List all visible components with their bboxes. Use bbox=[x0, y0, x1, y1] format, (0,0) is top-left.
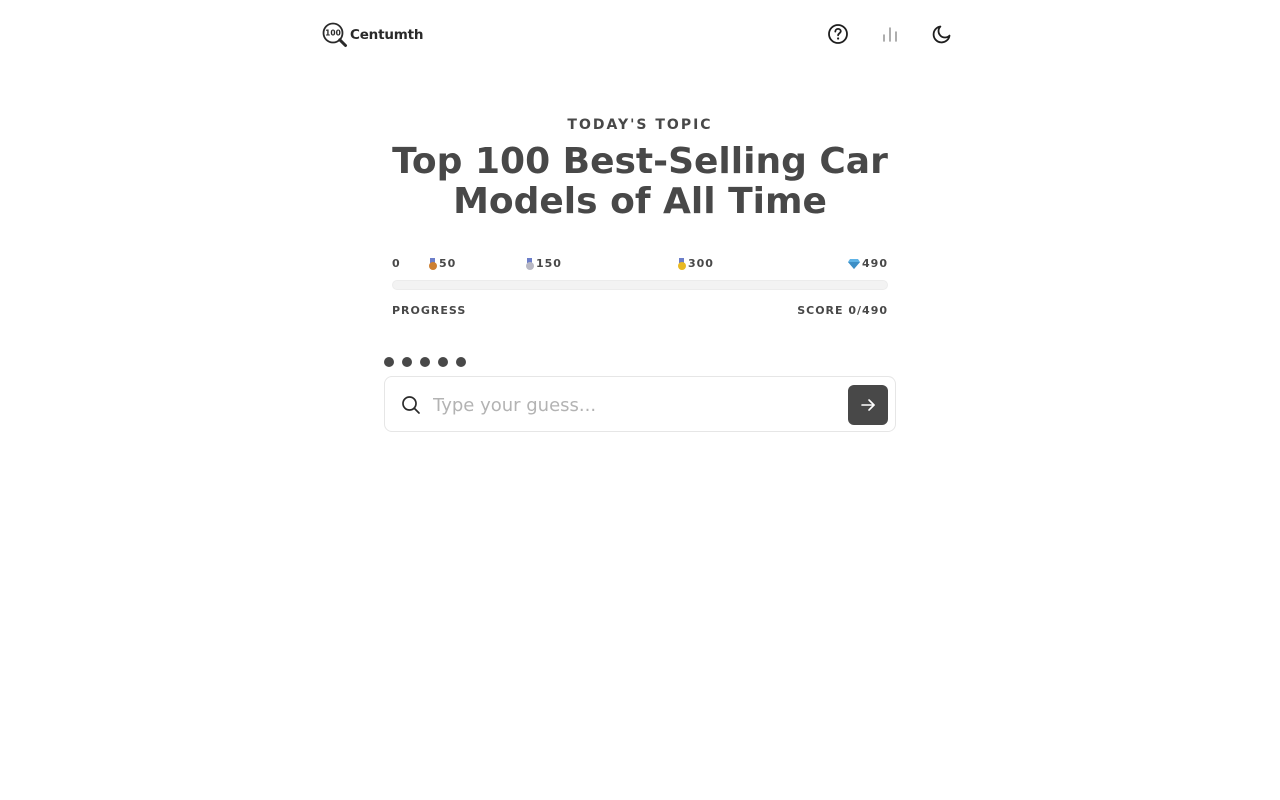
logo-mark-text: 100 bbox=[325, 29, 341, 38]
help-button[interactable] bbox=[824, 20, 852, 48]
milestone-label: 300 bbox=[688, 257, 714, 270]
diamond-icon bbox=[848, 258, 861, 269]
progress-label: PROGRESS bbox=[392, 304, 467, 317]
milestone-490: 490 bbox=[848, 257, 888, 270]
arrow-right-icon bbox=[861, 399, 875, 411]
milestone-label: 50 bbox=[439, 257, 457, 270]
header: 100 Centumth bbox=[0, 0, 1280, 68]
milestone-label: 150 bbox=[536, 257, 562, 270]
bronze-medal-icon bbox=[428, 257, 437, 270]
life-dot bbox=[456, 357, 466, 367]
topic-label: TODAY'S TOPIC bbox=[567, 117, 713, 133]
moon-icon bbox=[932, 25, 951, 44]
search-icon bbox=[402, 396, 420, 414]
topic-title: Top 100 Best-Selling Car Models of All T… bbox=[392, 141, 888, 222]
life-dot bbox=[438, 357, 448, 367]
help-circle-icon bbox=[828, 24, 848, 44]
milestone-label: 490 bbox=[862, 257, 888, 270]
milestone-0: 0 bbox=[392, 257, 401, 270]
theme-toggle-button[interactable] bbox=[928, 20, 956, 48]
milestone-label: 0 bbox=[392, 257, 401, 270]
guess-box bbox=[384, 376, 896, 432]
silver-medal-icon bbox=[525, 257, 534, 270]
milestone-markers: 0 50 150 300 490 bbox=[392, 257, 888, 271]
milestone-300: 300 bbox=[677, 257, 714, 270]
magnifier-logo-icon: 100 bbox=[322, 22, 347, 47]
life-dot bbox=[384, 357, 394, 367]
logo[interactable]: 100 Centumth bbox=[322, 22, 423, 48]
milestone-50: 50 bbox=[428, 257, 456, 270]
submit-guess-button[interactable] bbox=[848, 385, 888, 425]
life-dot bbox=[420, 357, 430, 367]
milestone-150: 150 bbox=[525, 257, 562, 270]
app-name: Centumth bbox=[350, 27, 424, 43]
gold-medal-icon bbox=[677, 257, 686, 270]
life-dot bbox=[402, 357, 412, 367]
bar-chart-icon bbox=[883, 27, 897, 42]
lives-indicator bbox=[384, 357, 466, 367]
stats-button[interactable] bbox=[876, 20, 904, 48]
guess-input[interactable] bbox=[433, 387, 833, 423]
score-label: SCORE 0/490 bbox=[797, 304, 888, 317]
progress-bar bbox=[392, 280, 888, 290]
